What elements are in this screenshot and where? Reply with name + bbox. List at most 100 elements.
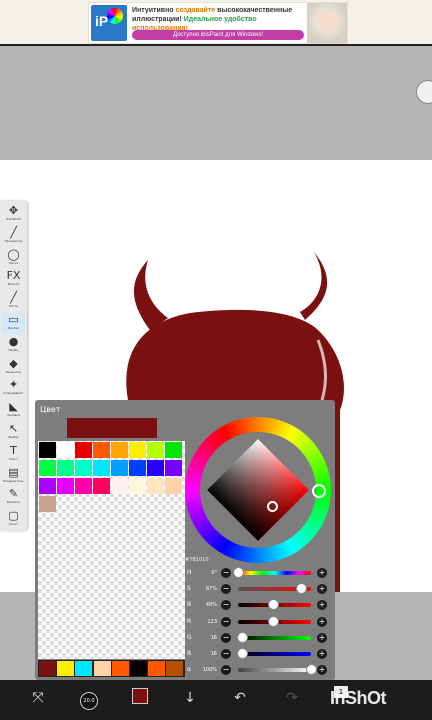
ad-button[interactable]: Доступно ibisPaint для Windows!: [132, 30, 304, 40]
redo-icon[interactable]: ↷: [282, 688, 302, 708]
palette-swatch[interactable]: [129, 478, 146, 494]
tool-label: Спецэффект: [3, 391, 24, 396]
palette-swatch[interactable]: [165, 478, 182, 494]
palette-swatch[interactable]: [57, 460, 74, 476]
recent-color-swatch[interactable]: [57, 661, 75, 676]
tool-label: Ластик: [7, 326, 20, 330]
recent-color-swatch[interactable]: [111, 661, 129, 676]
slider-track[interactable]: [238, 571, 311, 575]
slider-key: B: [187, 650, 192, 657]
decrement-button[interactable]: −: [221, 600, 231, 611]
tool-9[interactable]: ✦ Спецэффект: [2, 378, 25, 399]
palette-swatch[interactable]: [75, 460, 92, 476]
tool-label: Фильтр: [7, 282, 20, 287]
increment-button[interactable]: +: [317, 616, 327, 627]
ibispaint-logo: iP: [91, 5, 127, 41]
slider-knob[interactable]: [267, 615, 279, 627]
slider-knob[interactable]: [296, 583, 307, 595]
tool-3[interactable]: ◯ Лассо: [2, 248, 25, 269]
decrement-button[interactable]: −: [221, 649, 231, 659]
decrement-button[interactable]: −: [221, 584, 231, 595]
palette-swatch[interactable]: [93, 460, 110, 476]
palette-swatch[interactable]: [75, 478, 92, 494]
palette-swatch[interactable]: [147, 478, 164, 494]
palette-swatch[interactable]: [39, 478, 56, 494]
palette-swatch[interactable]: [93, 442, 110, 458]
palette-swatch[interactable]: [93, 478, 110, 494]
recent-color-swatch[interactable]: [166, 661, 184, 676]
tool-8[interactable]: ◆ Размытие: [2, 357, 25, 378]
tool-label: Пипетка: [6, 500, 21, 505]
tool-icon: ◣: [9, 400, 18, 414]
increment-button[interactable]: +: [317, 568, 327, 578]
decrement-button[interactable]: −: [221, 568, 231, 578]
decrement-button[interactable]: −: [221, 632, 231, 643]
tool-1[interactable]: ✥ Transform: [2, 204, 25, 225]
tool-2[interactable]: ╱ Прожектор: [2, 226, 25, 247]
tool-14[interactable]: ✎ Пипетка: [2, 487, 25, 508]
palette-swatch[interactable]: [111, 478, 128, 494]
palette-swatch[interactable]: [129, 460, 146, 476]
recent-color-swatch[interactable]: [93, 661, 111, 676]
increment-button[interactable]: +: [317, 665, 327, 676]
tool-label: Разделитель: [3, 478, 24, 483]
increment-button[interactable]: +: [317, 632, 327, 643]
tool-label: Лассо: [8, 260, 19, 265]
slider-track[interactable]: [238, 668, 311, 673]
palette-swatch[interactable]: [39, 460, 56, 476]
palette-swatch[interactable]: [129, 442, 146, 458]
slider-knob[interactable]: [236, 631, 248, 643]
hex-value[interactable]: #7B1010: [185, 557, 209, 563]
palette-swatch[interactable]: [57, 478, 74, 494]
recent-color-swatch[interactable]: [39, 661, 56, 676]
tool-4[interactable]: FX Фильтр: [2, 269, 25, 290]
tool-11[interactable]: ↖ Выбор: [2, 422, 25, 443]
tool-label: Текст: [9, 456, 18, 461]
slider-key: α: [187, 666, 191, 674]
tool-6[interactable]: ▭ Ластик: [2, 313, 25, 334]
palette-swatch[interactable]: [57, 442, 74, 458]
decrement-button[interactable]: −: [221, 665, 231, 676]
palette-swatch[interactable]: [39, 442, 56, 458]
increment-button[interactable]: +: [317, 600, 327, 611]
tool-label: Заливка: [6, 413, 21, 418]
palette-swatch[interactable]: [165, 442, 182, 458]
brush-size-button[interactable]: 20.0: [78, 688, 100, 710]
palette-swatch[interactable]: [165, 460, 182, 476]
slider-knob[interactable]: [232, 567, 244, 578]
palette-swatch[interactable]: [75, 442, 92, 458]
color-button[interactable]: [130, 688, 150, 708]
transform-icon[interactable]: ⤧: [28, 688, 48, 708]
increment-button[interactable]: +: [317, 584, 327, 595]
decrement-button[interactable]: −: [221, 616, 231, 627]
recent-color-swatch[interactable]: [75, 661, 93, 676]
previous-color-swatch[interactable]: [112, 418, 157, 438]
palette-swatch[interactable]: [111, 460, 128, 476]
down-arrow-icon[interactable]: ↓: [180, 688, 200, 708]
recent-color-swatch[interactable]: [130, 661, 147, 676]
palette-swatch[interactable]: [147, 442, 164, 458]
tool-7[interactable]: ● Палец: [2, 335, 25, 356]
tool-label: Прожектор: [4, 238, 23, 243]
recent-color-swatch[interactable]: [148, 661, 166, 676]
slider-knob[interactable]: [236, 648, 248, 659]
slider-knob[interactable]: [267, 599, 279, 611]
increment-button[interactable]: +: [317, 649, 327, 659]
current-color-swatch[interactable]: [67, 418, 112, 438]
tool-13[interactable]: ▤ Разделитель: [2, 466, 25, 487]
tool-5[interactable]: ╱ Кисть: [2, 291, 25, 312]
tool-15[interactable]: ▢ Холст: [2, 509, 25, 530]
hue-picker-knob[interactable]: [312, 484, 326, 498]
slider-knob[interactable]: [305, 664, 317, 676]
ad-content[interactable]: iP Интуитивно создавайте высококачествен…: [88, 2, 348, 44]
sb-picker-knob[interactable]: [267, 501, 278, 512]
slider-track[interactable]: [238, 635, 311, 640]
palette-swatch[interactable]: [111, 442, 128, 458]
palette-swatch[interactable]: [147, 460, 164, 476]
ad-banner[interactable]: iP Интуитивно создавайте высококачествен…: [0, 0, 432, 44]
palette-swatch[interactable]: [39, 496, 56, 512]
undo-icon[interactable]: ↶: [230, 688, 250, 708]
slider-track[interactable]: [238, 652, 311, 656]
tool-12[interactable]: T Текст: [2, 444, 25, 465]
tool-10[interactable]: ◣ Заливка: [2, 400, 25, 421]
